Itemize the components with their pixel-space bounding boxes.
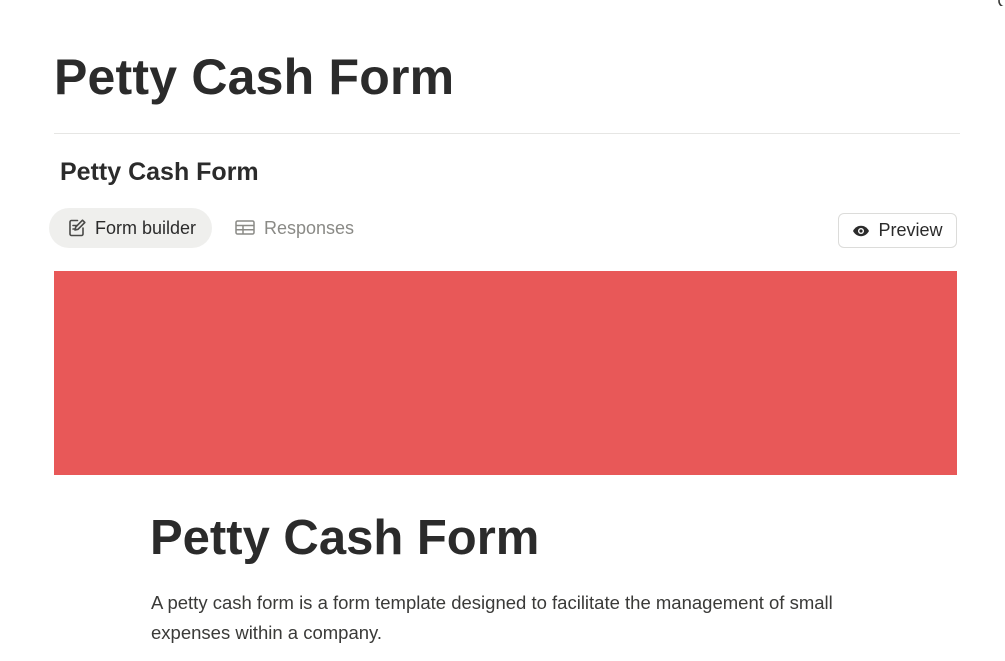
tab-form-builder[interactable]: Form builder: [49, 208, 213, 248]
document-title[interactable]: Petty Cash Form: [150, 506, 539, 570]
preview-button-label: Preview: [878, 220, 943, 240]
preview-button[interactable]: Preview: [838, 213, 957, 248]
tab-form-builder-label: Form builder: [95, 217, 197, 238]
tab-responses-label: Responses: [264, 217, 355, 238]
edit-form-icon: [69, 219, 86, 237]
form-title[interactable]: Petty Cash Form: [60, 155, 259, 189]
table-icon: [235, 220, 255, 235]
page-title: Petty Cash Form: [54, 49, 455, 105]
document-description[interactable]: A petty cash form is a form template des…: [151, 588, 891, 648]
eye-icon: [853, 225, 870, 236]
tab-responses[interactable]: Responses: [224, 208, 364, 248]
scroll-indicator-icon: [998, 0, 1004, 6]
form-cover-image: [54, 271, 957, 475]
title-divider: [54, 133, 960, 134]
